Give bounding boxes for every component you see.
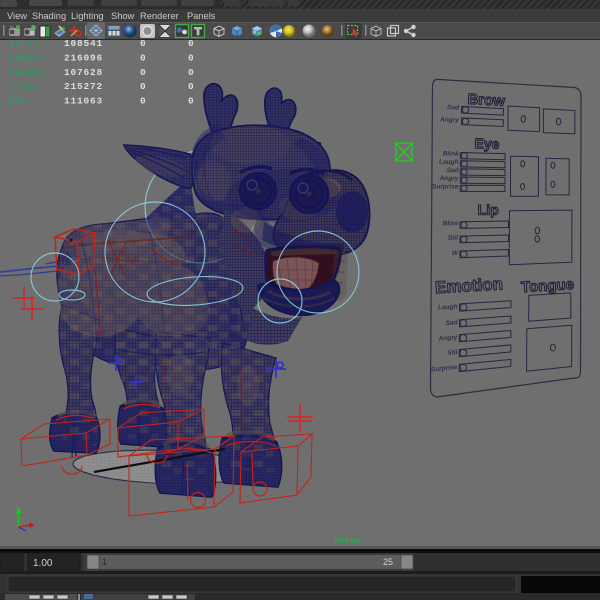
svg-text:Renderer: Renderer — [140, 11, 179, 21]
svg-text:UVs:: UVs: — [9, 96, 35, 107]
svg-text:216096: 216096 — [64, 53, 103, 64]
svg-text:108541: 108541 — [64, 38, 103, 49]
svg-text:Lighting: Lighting — [71, 11, 104, 21]
svg-text:0: 0 — [140, 53, 147, 64]
svg-text:Stil: Stil — [447, 349, 458, 357]
svg-text:0: 0 — [188, 53, 195, 64]
svg-text:Lip: Lip — [478, 202, 499, 218]
svg-text:0: 0 — [188, 67, 195, 78]
svg-text:107628: 107628 — [64, 67, 103, 78]
svg-text:0: 0 — [140, 81, 147, 92]
svg-text:Faces:: Faces: — [9, 67, 48, 78]
svg-text:Edges:: Edges: — [9, 53, 48, 64]
svg-text:View: View — [7, 11, 27, 21]
svg-text:Surprise: Surprise — [432, 183, 459, 190]
svg-text:W: W — [452, 250, 459, 257]
svg-text:Sad: Sad — [445, 319, 458, 327]
svg-text:Show: Show — [111, 11, 135, 21]
svg-text:Sad: Sad — [447, 104, 460, 112]
svg-text:0: 0 — [188, 96, 195, 107]
svg-text:Laugh: Laugh — [439, 159, 459, 166]
svg-text:Angry: Angry — [439, 116, 459, 124]
svg-text:Sad: Sad — [447, 167, 460, 174]
svg-text:Verts:: Verts: — [9, 38, 48, 49]
svg-text:0: 0 — [140, 38, 147, 49]
svg-text:111063: 111063 — [64, 96, 103, 107]
svg-text:25: 25 — [383, 557, 393, 567]
svg-text:Tris:: Tris: — [9, 81, 42, 92]
svg-text:1.00: 1.00 — [33, 558, 53, 569]
svg-text:Emotion: Emotion — [435, 274, 504, 297]
svg-text:0: 0 — [188, 38, 195, 49]
svg-text:0: 0 — [188, 81, 195, 92]
svg-text:0: 0 — [140, 96, 147, 107]
svg-text:Panels: Panels — [187, 11, 216, 21]
svg-text:1: 1 — [102, 557, 107, 567]
svg-text:0: 0 — [140, 67, 147, 78]
svg-text:Laugh: Laugh — [438, 303, 458, 311]
svg-text:Angry: Angry — [439, 175, 459, 182]
svg-text:Stil: Stil — [448, 234, 458, 241]
svg-text:Eye: Eye — [474, 135, 500, 152]
svg-text:Blink: Blink — [443, 150, 459, 157]
svg-text:persp: persp — [334, 536, 361, 546]
svg-text:215272: 215272 — [64, 81, 103, 92]
svg-text:Shading: Shading — [32, 11, 66, 21]
svg-text:Blow: Blow — [443, 220, 460, 227]
